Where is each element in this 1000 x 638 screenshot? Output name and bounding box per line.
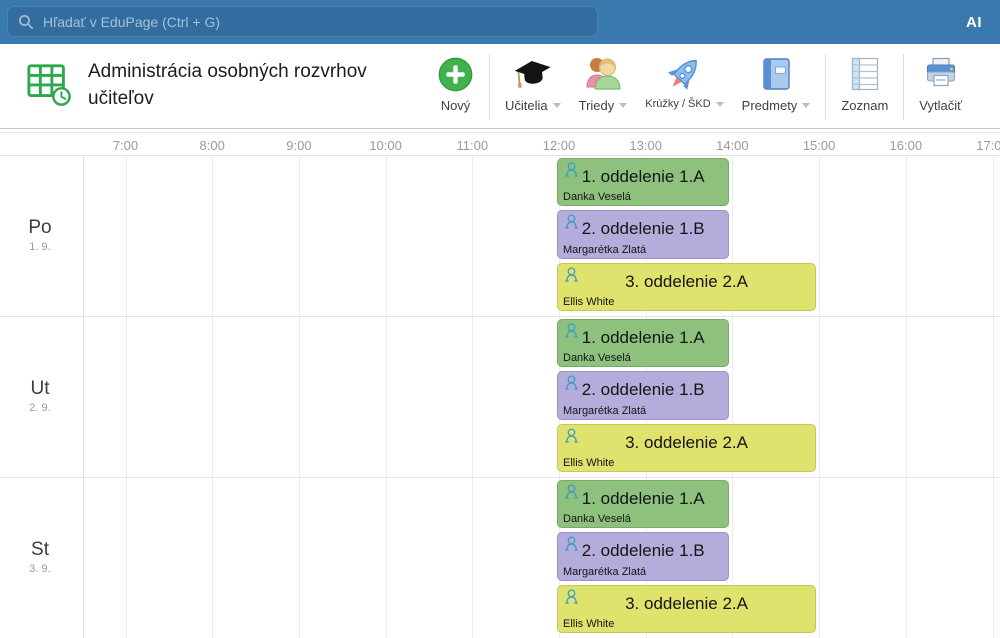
toolbar-separator bbox=[489, 54, 490, 120]
edupage-app: AI Administrácia osobných rozvrhov učite… bbox=[0, 0, 1000, 638]
list-button[interactable]: Zoznam bbox=[832, 44, 897, 128]
event-block[interactable]: 3. oddelenie 2.A Ellis White bbox=[557, 585, 817, 633]
time-axis-label: 10:00 bbox=[369, 138, 402, 153]
time-axis-label: 7:00 bbox=[112, 138, 139, 153]
day-name: Ut bbox=[30, 378, 50, 399]
day-row: St 3. 9. 1. oddelenie 1.A Danka Veselá 2. od… bbox=[0, 477, 1000, 638]
book-icon bbox=[756, 52, 796, 96]
classes-button[interactable]: Triedy bbox=[570, 44, 637, 128]
teachers-button[interactable]: Učitelia bbox=[496, 44, 570, 128]
divider bbox=[0, 132, 1000, 133]
time-axis-label: 11:00 bbox=[456, 138, 489, 153]
event-person: Danka Veselá bbox=[563, 191, 631, 203]
day-label: Po 1. 9. bbox=[0, 217, 80, 253]
event-person: Danka Veselá bbox=[563, 352, 631, 364]
event-block[interactable]: 2. oddelenie 1.B Margarétka Zlatá bbox=[557, 371, 730, 420]
event-person: Ellis White bbox=[563, 618, 615, 630]
day-label: St 3. 9. bbox=[0, 539, 80, 575]
time-axis-label: 16:00 bbox=[889, 138, 923, 153]
print-button-label: Vytlačiť bbox=[919, 98, 962, 113]
subjects-button[interactable]: Predmety bbox=[733, 44, 820, 128]
plus-icon bbox=[437, 52, 474, 96]
time-axis-label: 8:00 bbox=[199, 138, 225, 153]
event-title: 1. oddelenie 1.A bbox=[581, 489, 705, 508]
event-person: Margarétka Zlatá bbox=[563, 405, 647, 417]
toolbar: Nový Učitelia Triedy Krúžky / ŠKD Predme… bbox=[428, 44, 1000, 128]
page-header: Administrácia osobných rozvrhov učiteľov… bbox=[0, 44, 1000, 129]
time-axis-label: 9:00 bbox=[286, 138, 312, 153]
event-title: 1. oddelenie 1.A bbox=[581, 167, 705, 186]
ai-button[interactable]: AI bbox=[966, 0, 982, 44]
printer-icon bbox=[921, 52, 961, 96]
new-button[interactable]: Nový bbox=[428, 44, 483, 128]
chevron-down-icon bbox=[552, 103, 561, 108]
rocket-icon bbox=[662, 52, 706, 96]
event-title: 2. oddelenie 1.B bbox=[581, 541, 705, 560]
event-block[interactable]: 1. oddelenie 1.A Danka Veselá bbox=[557, 319, 730, 367]
list-button-label: Zoznam bbox=[841, 98, 889, 113]
event-block[interactable]: 3. oddelenie 2.A Ellis White bbox=[557, 263, 817, 311]
event-block[interactable]: 1. oddelenie 1.A Danka Veselá bbox=[557, 480, 730, 528]
time-axis-label: 15:00 bbox=[802, 138, 836, 153]
toolbar-separator bbox=[825, 54, 827, 120]
timetable-grid: 7:00 8:00 9:00 10:00 11:00 12:00 13:00 14:00 15:… bbox=[0, 129, 1000, 638]
day-name: Po bbox=[28, 217, 52, 238]
event-title: 3. oddelenie 2.A bbox=[625, 433, 748, 452]
time-axis-label: 14:00 bbox=[716, 138, 749, 153]
event-block[interactable]: 2. oddelenie 1.B Margarétka Zlatá bbox=[557, 532, 730, 581]
event-person: Danka Veselá bbox=[563, 513, 631, 525]
new-button-label: Nový bbox=[440, 98, 471, 113]
day-name: St bbox=[31, 539, 49, 560]
event-person: Ellis White bbox=[563, 457, 615, 469]
day-date: 1. 9. bbox=[29, 241, 51, 253]
print-button[interactable]: Vytlačiť bbox=[910, 44, 971, 128]
subjects-button-label: Predmety bbox=[741, 98, 798, 113]
day-date: 2. 9. bbox=[29, 402, 51, 414]
time-axis-label: 17:00 bbox=[976, 138, 1000, 153]
clubs-button-label: Krúžky / ŠKD bbox=[645, 98, 711, 110]
timetable-app-icon bbox=[26, 61, 72, 112]
search-input[interactable] bbox=[43, 13, 587, 30]
chevron-down-icon bbox=[802, 103, 811, 108]
event-person: Margarétka Zlatá bbox=[563, 566, 647, 578]
event-block[interactable]: 1. oddelenie 1.A Danka Veselá bbox=[557, 158, 730, 206]
day-label: Ut 2. 9. bbox=[0, 378, 80, 414]
event-title: 1. oddelenie 1.A bbox=[581, 328, 705, 347]
event-title: 2. oddelenie 1.B bbox=[581, 380, 705, 399]
search-icon bbox=[18, 14, 34, 30]
classes-button-label: Triedy bbox=[578, 98, 615, 113]
top-bar: AI bbox=[0, 0, 1000, 44]
toolbar-separator bbox=[903, 54, 905, 120]
event-title: 2. oddelenie 1.B bbox=[581, 219, 705, 238]
list-icon bbox=[845, 52, 885, 96]
time-axis-label: 13:00 bbox=[629, 138, 662, 153]
time-axis-label: 12:00 bbox=[542, 138, 576, 153]
graduation-cap-icon bbox=[512, 52, 554, 96]
event-title: 3. oddelenie 2.A bbox=[625, 272, 748, 291]
chevron-down-icon bbox=[715, 101, 724, 107]
people-icon bbox=[583, 52, 623, 96]
day-row: Ut 2. 9. 1. oddelenie 1.A Danka Veselá 2. od… bbox=[0, 316, 1000, 477]
event-block[interactable]: 2. oddelenie 1.B Margarétka Zlatá bbox=[557, 210, 730, 259]
search-box[interactable] bbox=[7, 6, 598, 37]
teachers-button-label: Učitelia bbox=[505, 98, 548, 113]
page-title: Administrácia osobných rozvrhov učiteľov bbox=[88, 61, 367, 109]
event-person: Margarétka Zlatá bbox=[563, 244, 647, 256]
clubs-button[interactable]: Krúžky / ŠKD bbox=[636, 44, 732, 128]
day-date: 3. 9. bbox=[29, 563, 51, 575]
event-person: Ellis White bbox=[563, 296, 615, 308]
day-row: Po 1. 9. 1. oddelenie 1.A Danka Veselá 2. od… bbox=[0, 155, 1000, 316]
chevron-down-icon bbox=[619, 103, 628, 108]
event-block[interactable]: 3. oddelenie 2.A Ellis White bbox=[557, 424, 817, 472]
event-title: 3. oddelenie 2.A bbox=[625, 594, 748, 613]
